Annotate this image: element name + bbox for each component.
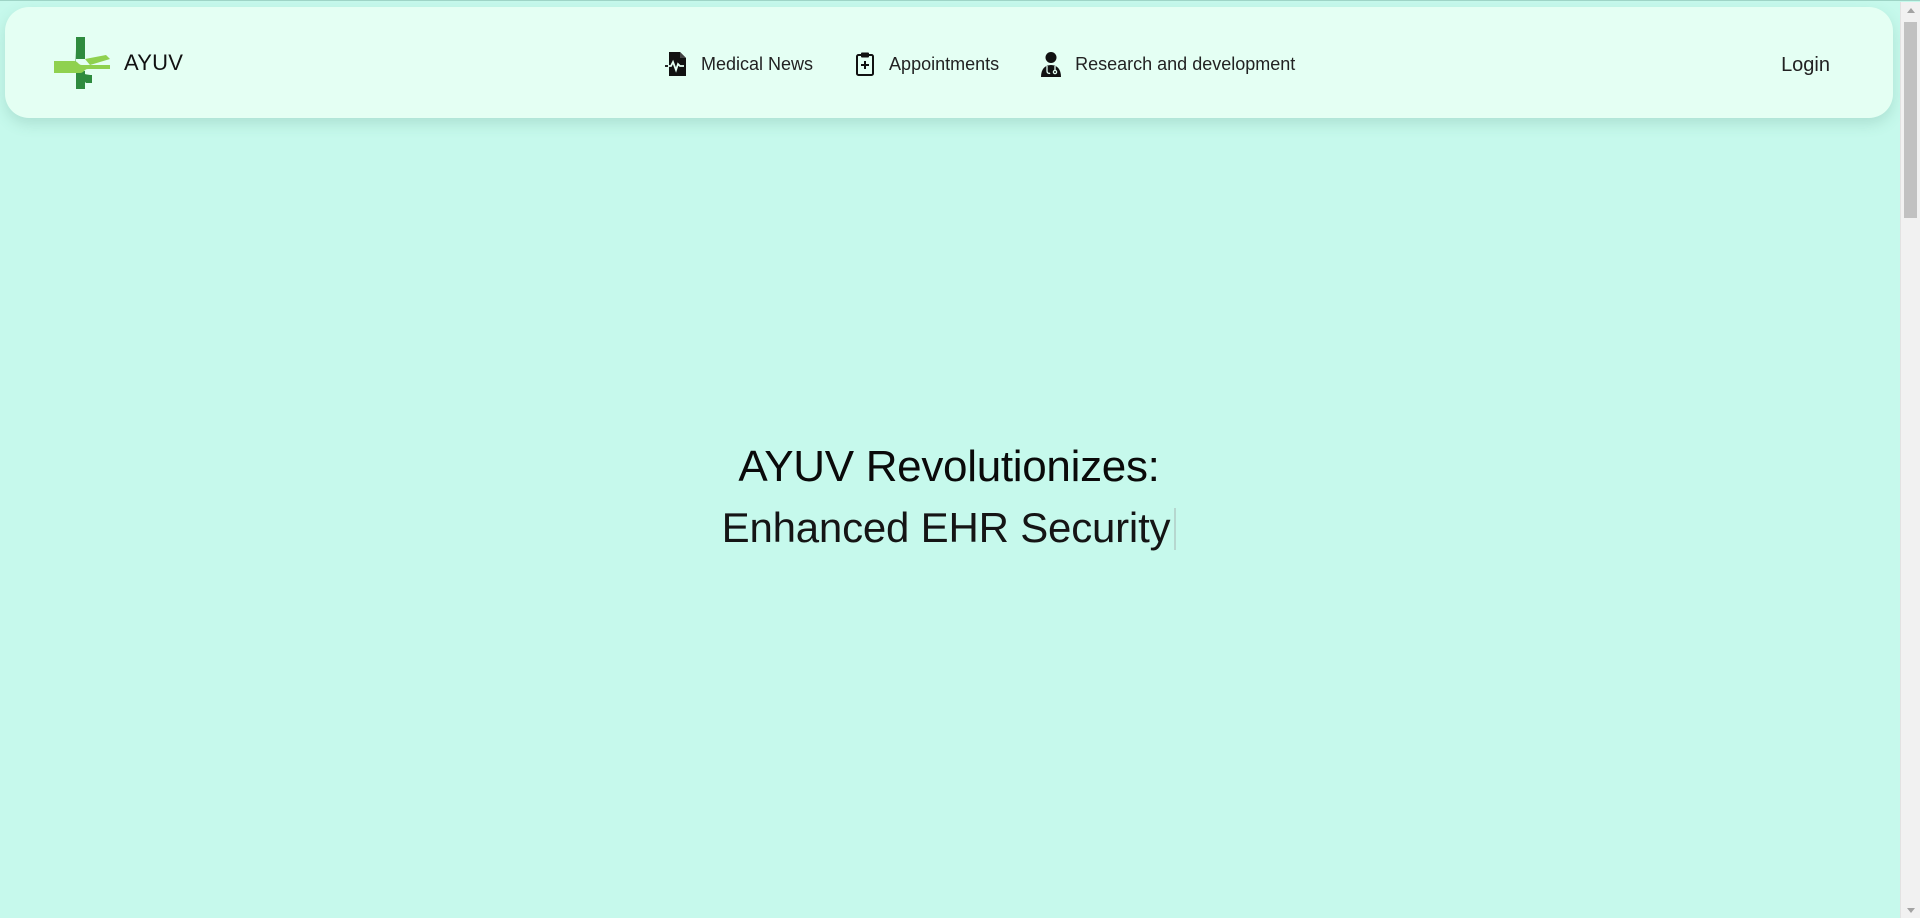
nav-item-appointments[interactable]: Appointments [853,51,999,77]
clipboard-plus-icon [853,51,877,77]
medical-news-file-icon [665,51,689,77]
nav-item-medical-news[interactable]: Medical News [665,51,813,77]
main-nav: Medical News Appointments Research and d… [665,43,1295,85]
doctor-icon [1039,51,1063,77]
hero-section: AYUV Revolutionizes: Enhanced EHR Securi… [0,439,1898,555]
medical-cross-logo-icon [54,37,110,89]
login-link[interactable]: Login [1781,54,1830,77]
nav-item-label: Research and development [1075,53,1296,74]
navbar: AYUV Medical News Appointments Research … [5,7,1893,118]
hero-subtitle-line: Enhanced EHR Security [0,501,1898,555]
vertical-scrollbar[interactable] [1900,2,1920,918]
hero-title: AYUV Revolutionizes: [738,442,1160,491]
typing-caret [1174,508,1177,550]
page: AYUV Medical News Appointments Research … [0,0,1920,918]
hero-subtitle: Enhanced EHR Security [721,504,1171,551]
scroll-up-icon[interactable] [1907,8,1915,13]
nav-item-label: Medical News [701,53,814,74]
brand-name: AYUV [124,50,184,75]
nav-item-label: Appointments [889,53,1000,74]
scroll-down-icon[interactable] [1907,908,1915,913]
scrollbar-thumb[interactable] [1904,22,1917,218]
brand-link[interactable]: AYUV [54,37,183,89]
nav-item-research[interactable]: Research and development [1039,51,1295,77]
